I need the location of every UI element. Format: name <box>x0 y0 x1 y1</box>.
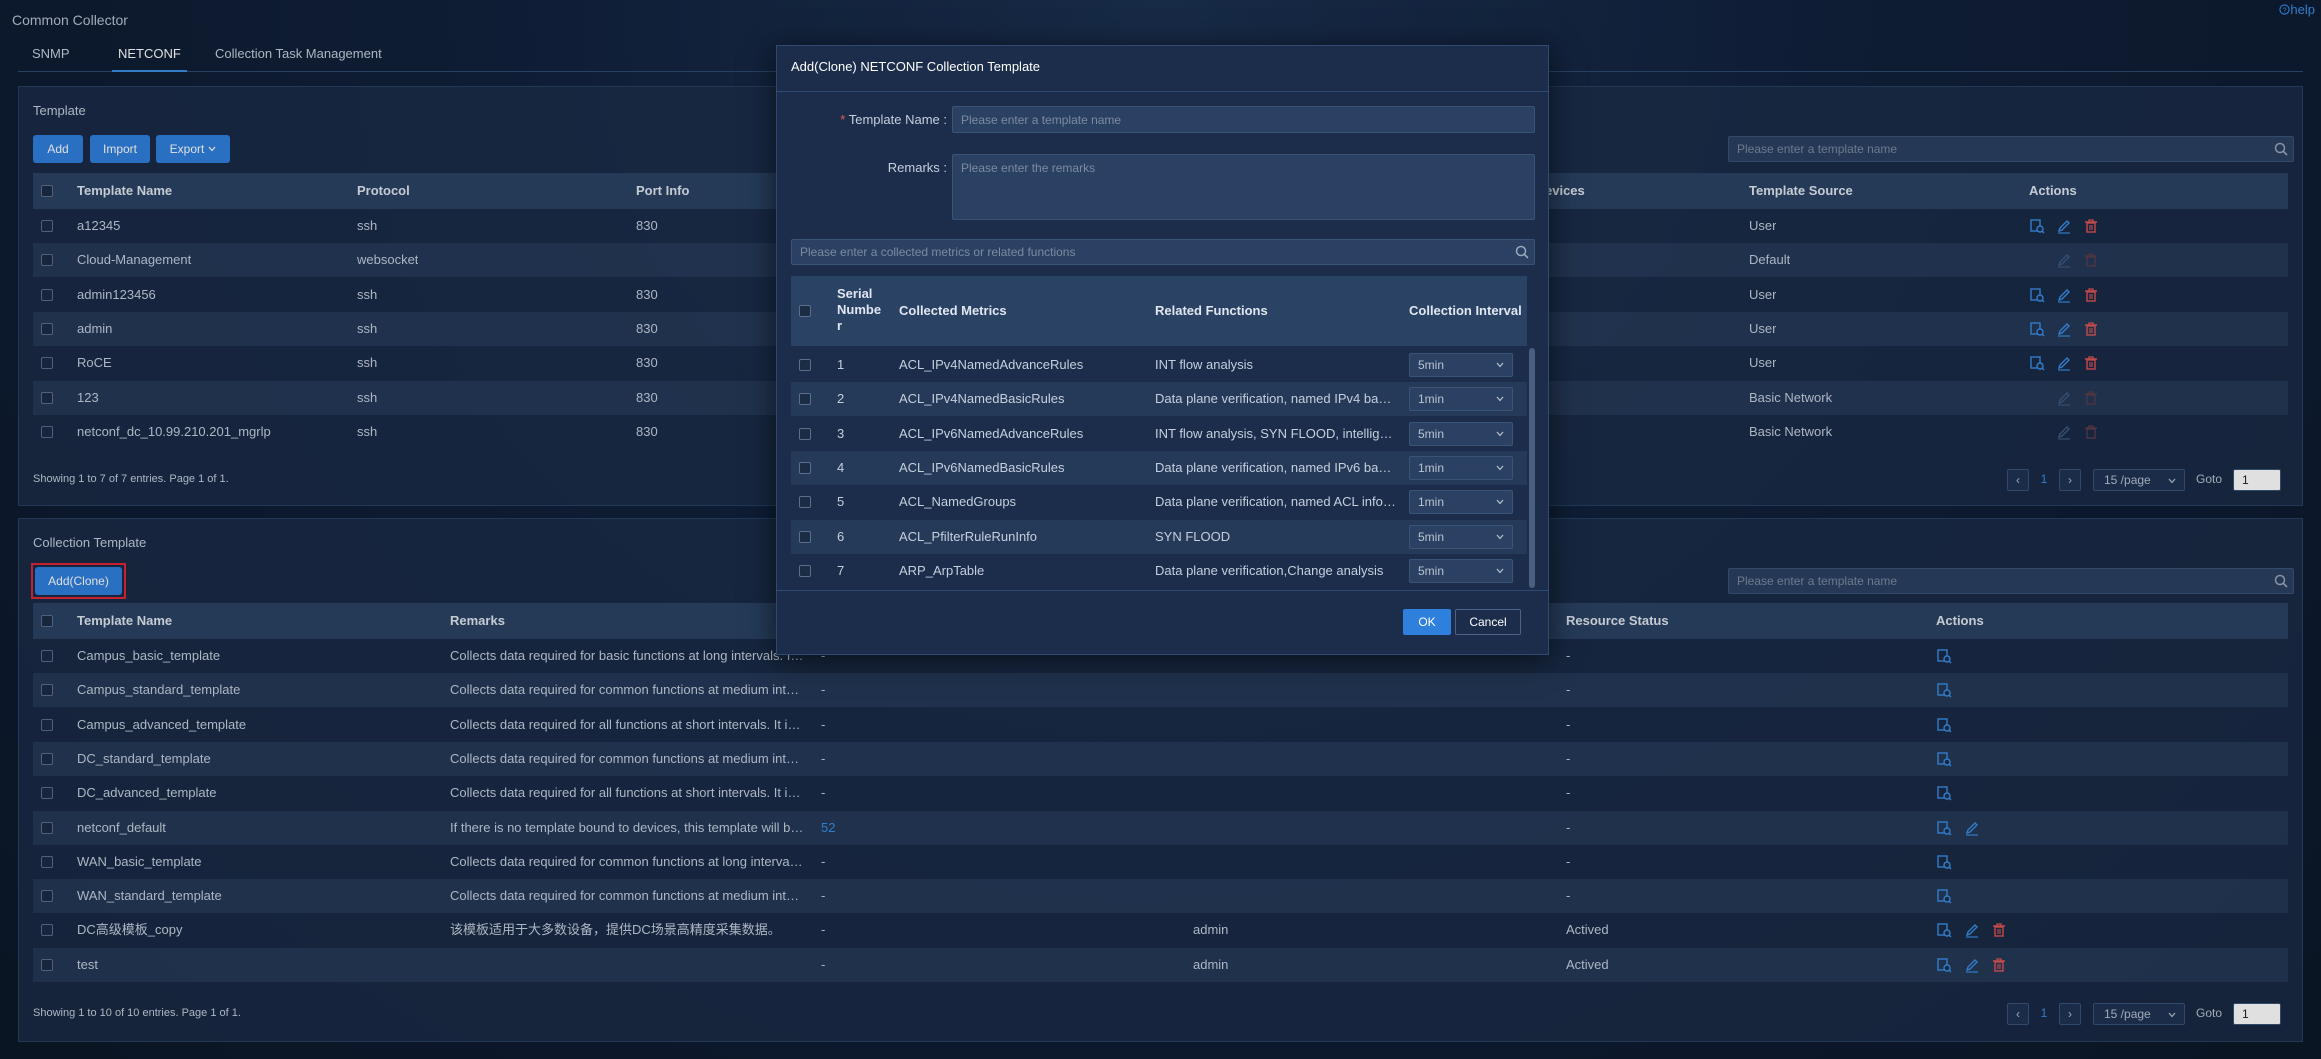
chevron-down-icon <box>1496 396 1504 402</box>
related-functions: Data plane verification, named IPv6 basi… <box>1155 459 1397 475</box>
col-collection-interval: Collection Interval <box>1409 303 1522 318</box>
chevron-down-icon <box>1496 568 1504 574</box>
collected-metric: ACL_IPv4NamedAdvanceRules <box>899 357 1084 372</box>
interval-value: 1min <box>1418 460 1445 475</box>
metric-row[interactable]: 3 ACL_IPv6NamedAdvanceRules INT flow analy… <box>791 417 1527 451</box>
serial-number: 7 <box>837 562 845 578</box>
metrics-scrollbar[interactable] <box>1529 348 1535 588</box>
interval-value: 1min <box>1418 392 1445 407</box>
dialog-footer: OK Cancel <box>777 590 1548 654</box>
related-functions: Data plane verification,Change analysis <box>1155 562 1384 578</box>
dialog-title: Add(Clone) NETCONF Collection Template <box>777 46 1548 92</box>
interval-select[interactable]: 1min <box>1409 490 1513 515</box>
interval-value: 1min <box>1418 495 1445 510</box>
chevron-down-icon <box>1496 362 1504 368</box>
interval-value: 5min <box>1418 529 1445 544</box>
interval-select[interactable]: 5min <box>1409 353 1513 377</box>
metric-row[interactable]: 5 ACL_NamedGroups Data plane verification,… <box>791 485 1527 519</box>
row-checkbox[interactable] <box>799 496 811 509</box>
metrics-search-input[interactable]: Please enter a collected metrics or rela… <box>791 239 1535 265</box>
collected-metric: ACL_IPv6NamedBasicRules <box>899 459 1065 475</box>
related-functions: Data plane verification, named ACL infor… <box>1155 494 1397 510</box>
interval-select[interactable]: 5min <box>1409 524 1513 549</box>
metric-row[interactable]: 4 ACL_IPv6NamedBasicRules Data plane verif… <box>791 450 1527 485</box>
collected-metric: ACL_IPv4NamedBasicRules <box>899 391 1065 407</box>
interval-value: 5min <box>1418 358 1445 372</box>
serial-number: 1 <box>837 357 845 372</box>
related-functions: INT flow analysis <box>1155 357 1254 372</box>
interval-select[interactable]: 5min <box>1409 421 1513 446</box>
remarks-label: Remarks : <box>887 160 947 175</box>
interval-select[interactable]: 1min <box>1409 455 1513 480</box>
serial-number: 3 <box>837 425 845 441</box>
related-functions: SYN FLOOD <box>1155 528 1231 544</box>
collected-metric: ACL_PfilterRuleRunInfo <box>899 528 1038 544</box>
col-serial-number: Serial Number <box>837 286 882 333</box>
col-related-functions: Related Functions <box>1155 303 1268 318</box>
chevron-down-icon <box>1496 499 1504 505</box>
related-functions: Data plane verification, named IPv4 basi… <box>1155 391 1397 407</box>
required-mark: * <box>840 112 846 127</box>
chevron-down-icon <box>1496 465 1504 471</box>
metric-row[interactable]: 2 ACL_IPv4NamedBasicRules Data plane verif… <box>791 382 1527 417</box>
serial-number: 5 <box>837 494 845 510</box>
collected-metric: ACL_NamedGroups <box>899 494 1017 510</box>
template-name-label-text: Template Name : <box>848 112 947 127</box>
collected-metric: ACL_IPv6NamedAdvanceRules <box>899 425 1084 441</box>
interval-select[interactable]: 1min <box>1409 387 1513 412</box>
metric-row[interactable]: 6 ACL_PfilterRuleRunInfo SYN FLOOD 5min <box>791 519 1527 554</box>
chevron-down-icon <box>1496 431 1504 437</box>
cancel-button[interactable]: Cancel <box>1455 609 1521 635</box>
remarks-textarea[interactable]: Please enter the remarks <box>952 154 1535 220</box>
serial-number: 2 <box>837 391 845 407</box>
interval-select[interactable]: 5min <box>1409 558 1513 583</box>
row-checkbox[interactable] <box>799 393 811 406</box>
metric-row[interactable]: 1 ACL_IPv4NamedAdvanceRules INT flow analy… <box>791 348 1527 382</box>
metrics-table-header: Serial Number Collected Metrics Related … <box>791 276 1527 346</box>
chevron-down-icon <box>1496 534 1504 539</box>
select-all-checkbox[interactable] <box>799 305 811 317</box>
col-collected-metrics: Collected Metrics <box>899 303 1007 318</box>
row-checkbox[interactable] <box>799 530 811 543</box>
serial-number: 4 <box>837 459 845 475</box>
related-functions: INT flow analysis, SYN FLOOD, intelligen… <box>1155 425 1397 441</box>
interval-value: 5min <box>1418 563 1445 578</box>
search-icon[interactable] <box>1515 245 1529 259</box>
row-checkbox[interactable] <box>799 461 811 474</box>
add-clone-dialog: Add(Clone) NETCONF Collection Template *… <box>776 45 1549 655</box>
metrics-table: Serial Number Collected Metrics Related … <box>791 276 1535 636</box>
template-name-label: * Template Name : <box>797 112 947 127</box>
template-name-input[interactable]: Please enter a template name <box>952 106 1535 133</box>
ok-button[interactable]: OK <box>1403 609 1451 635</box>
row-checkbox[interactable] <box>799 359 811 371</box>
row-checkbox[interactable] <box>799 564 811 577</box>
serial-number: 6 <box>837 528 845 544</box>
collected-metric: ARP_ArpTable <box>899 562 985 578</box>
metric-row[interactable]: 7 ARP_ArpTable Data plane verification,Cha… <box>791 554 1527 588</box>
row-checkbox[interactable] <box>799 427 811 440</box>
interval-value: 5min <box>1418 426 1445 441</box>
